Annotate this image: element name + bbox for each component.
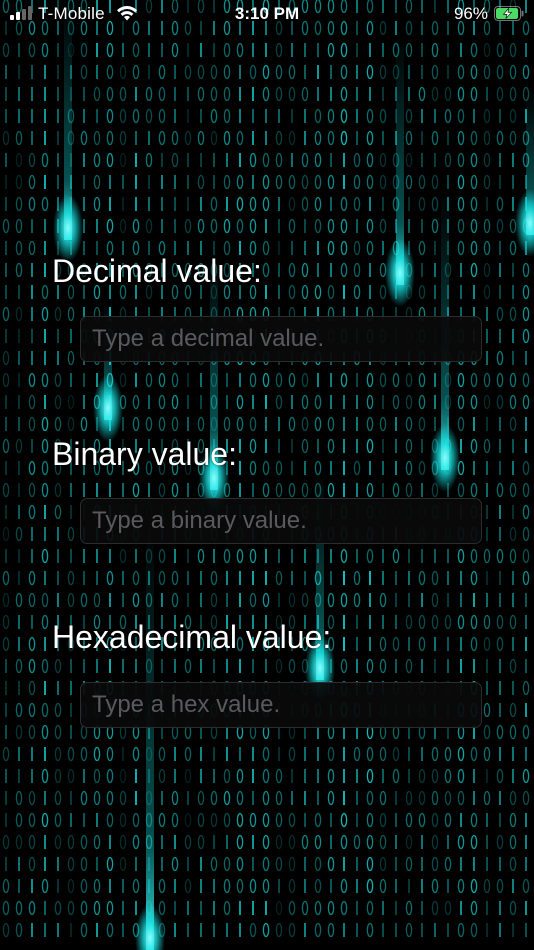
binary-input[interactable] [80, 498, 482, 544]
status-bar: T-Mobile 3:10 PM 96% [0, 0, 534, 32]
battery-charging-icon [494, 6, 524, 21]
binary-rain-background [0, 0, 534, 950]
decimal-input[interactable] [80, 316, 482, 362]
decimal-value-label: Decimal value: [52, 253, 262, 289]
battery-percent: 96% [453, 4, 488, 23]
binary-value-label: Binary value: [52, 436, 237, 472]
hexadecimal-value-label: Hexadecimal value: [52, 619, 332, 655]
hex-input[interactable] [80, 682, 482, 728]
